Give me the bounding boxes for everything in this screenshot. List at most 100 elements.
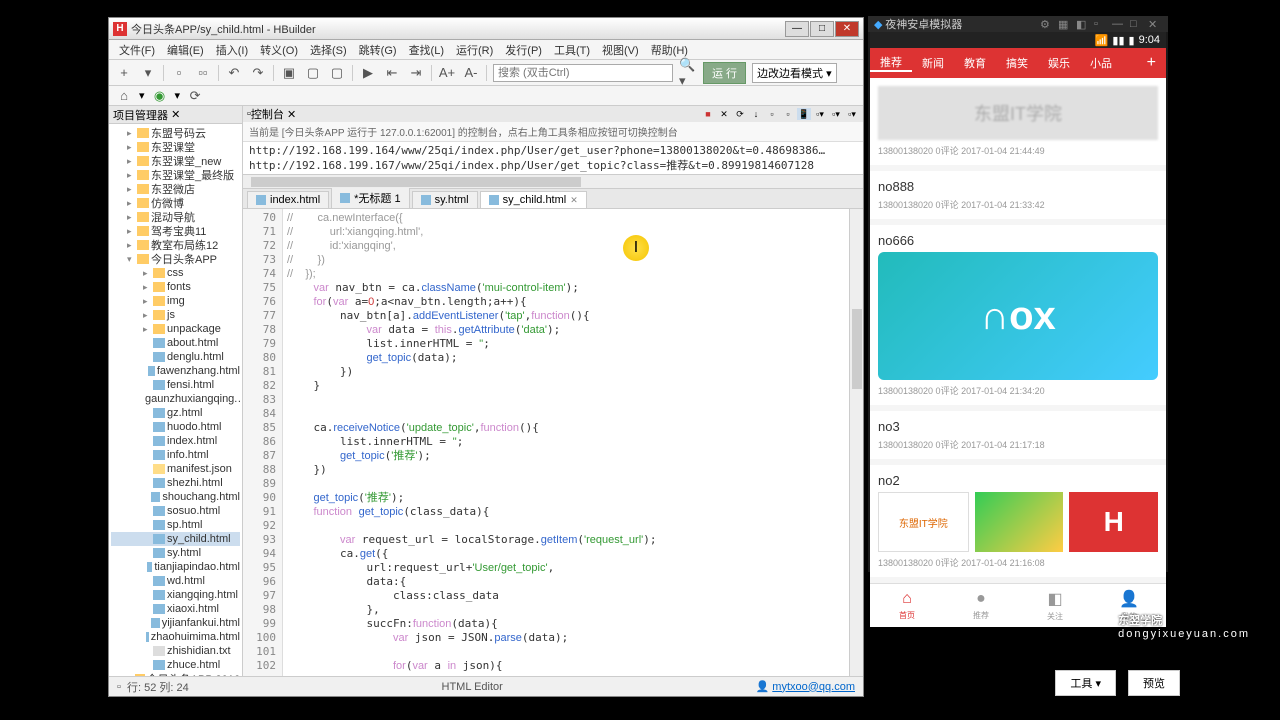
action-icon[interactable]: ▫ xyxy=(1094,18,1108,30)
tool-button[interactable]: 工具 ▾ xyxy=(1055,670,1116,696)
menu-item[interactable]: 工具(T) xyxy=(550,40,594,60)
menu-item[interactable]: 跳转(G) xyxy=(355,40,401,60)
tree-node[interactable]: ▸fonts xyxy=(111,280,240,294)
tabbar-item[interactable]: ⌂首页 xyxy=(870,584,944,627)
globe-icon[interactable]: ◉ xyxy=(151,87,169,105)
minimize-button[interactable]: — xyxy=(785,21,809,37)
settings-icon[interactable]: ⚙ xyxy=(1040,18,1054,31)
tree-node[interactable]: ▾今日头条APP xyxy=(111,252,240,266)
minimize-icon[interactable]: — xyxy=(1112,18,1126,30)
tree-node[interactable]: denglu.html xyxy=(111,350,240,364)
feed-post[interactable]: no88813800138020 0评论 2017-01-04 21:33:42 xyxy=(870,171,1166,219)
action-icon[interactable]: ⇥ xyxy=(407,64,425,82)
tree-node[interactable]: ▸css xyxy=(111,266,240,280)
tree-node[interactable]: fawenzhang.html xyxy=(111,364,240,378)
close-icon[interactable]: ✕ xyxy=(171,108,180,121)
tree-node[interactable]: index.html xyxy=(111,434,240,448)
tree-node[interactable]: fensi.html xyxy=(111,378,240,392)
tree-node[interactable]: ▸东翌课堂 xyxy=(111,140,240,154)
tree-node[interactable]: yijianfankui.html xyxy=(111,616,240,630)
tree-node[interactable]: ▸混动导航 xyxy=(111,210,240,224)
close-button[interactable]: ✕ xyxy=(835,21,859,37)
tree-node[interactable]: gz.html xyxy=(111,406,240,420)
redo-icon[interactable]: ↷ xyxy=(249,64,267,82)
tree-node[interactable]: zhaohuimima.html xyxy=(111,630,240,644)
tree-node[interactable]: gaunzhuxiangqing.… xyxy=(111,392,240,406)
action-icon[interactable]: ⟳ xyxy=(733,108,747,120)
feed-post[interactable]: 东盟IT学院13800138020 0评论 2017-01-04 21:44:4… xyxy=(870,78,1166,165)
tree-node[interactable]: ▸东翌课堂_最终版 xyxy=(111,168,240,182)
action-icon[interactable]: ⇤ xyxy=(383,64,401,82)
feed[interactable]: 东盟IT学院13800138020 0评论 2017-01-04 21:44:4… xyxy=(870,78,1166,583)
action-icon[interactable]: ◧ xyxy=(1076,18,1090,31)
tree-node[interactable]: ▸unpackage xyxy=(111,322,240,336)
nav-tab[interactable]: 娱乐 xyxy=(1038,55,1080,71)
editor-tab[interactable]: sy_child.html✕ xyxy=(480,191,587,208)
sync-icon[interactable]: ⟳ xyxy=(186,87,204,105)
menu-item[interactable]: 运行(R) xyxy=(452,40,497,60)
code-content[interactable]: // ca.newInterface({ // url:'xiangqing.h… xyxy=(283,209,849,676)
close-icon[interactable]: ✕ xyxy=(1148,18,1162,31)
menu-item[interactable]: 选择(S) xyxy=(306,40,351,60)
maximize-icon[interactable]: □ xyxy=(1130,18,1144,30)
feed-post[interactable]: no666∩ox13800138020 0评论 2017-01-04 21:34… xyxy=(870,225,1166,405)
editor-vscroll[interactable] xyxy=(849,209,863,676)
menu-item[interactable]: 插入(I) xyxy=(212,40,252,60)
tree-node[interactable]: xiaoxi.html xyxy=(111,602,240,616)
saveall-icon[interactable]: ▫▫ xyxy=(194,64,212,82)
tree-node[interactable]: about.html xyxy=(111,336,240,350)
save-icon[interactable]: ▫ xyxy=(170,64,188,82)
font-increase-icon[interactable]: A+ xyxy=(438,64,456,82)
menu-item[interactable]: 发行(P) xyxy=(501,40,546,60)
nav-tab[interactable]: 教育 xyxy=(954,55,996,71)
tree-node[interactable]: ▸教室布局练12 xyxy=(111,238,240,252)
home-icon[interactable]: ⌂ xyxy=(115,87,133,105)
clear-icon[interactable]: ✕ xyxy=(717,108,731,120)
close-icon[interactable]: ✕ xyxy=(287,108,296,121)
tree-node[interactable]: ▸东翌课堂_new xyxy=(111,154,240,168)
run-button[interactable]: 运 行 xyxy=(703,62,746,84)
nav-tab[interactable]: 推荐 xyxy=(870,54,912,72)
search-input[interactable] xyxy=(493,64,673,82)
tree-node[interactable]: info.html xyxy=(111,448,240,462)
tree-node[interactable]: ▸仿微博 xyxy=(111,196,240,210)
action-icon[interactable]: ▣ xyxy=(280,64,298,82)
dropdown-icon[interactable]: ▾ xyxy=(139,64,157,82)
tree-node[interactable]: tianjiapindao.html xyxy=(111,560,240,574)
tree-node[interactable]: wd.html xyxy=(111,574,240,588)
action-icon[interactable]: ↓ xyxy=(749,108,763,120)
nav-tab[interactable]: 搞笑 xyxy=(996,55,1038,71)
tree-node[interactable]: shezhi.html xyxy=(111,476,240,490)
code-editor[interactable]: 70 71 72 73 74 75 76 77 78 79 80 81 82 8… xyxy=(243,209,863,676)
action-icon[interactable]: ▫▾ xyxy=(845,108,859,120)
action-icon[interactable]: ▫ xyxy=(781,108,795,120)
tree-node[interactable]: xiangqing.html xyxy=(111,588,240,602)
preview-button[interactable]: 预览 xyxy=(1128,670,1180,696)
grid-icon[interactable]: ▦ xyxy=(1058,18,1072,31)
editor-tab[interactable]: sy.html xyxy=(412,191,478,208)
menu-item[interactable]: 编辑(E) xyxy=(163,40,208,60)
menu-item[interactable]: 查找(L) xyxy=(405,40,448,60)
tree-node[interactable]: ▸东翌微店 xyxy=(111,182,240,196)
action-icon[interactable]: ▫▾ xyxy=(813,108,827,120)
feed-post[interactable]: no2东盟IT学院H13800138020 0评论 2017-01-04 21:… xyxy=(870,465,1166,577)
action-icon[interactable]: ▢ xyxy=(304,64,322,82)
font-decrease-icon[interactable]: A- xyxy=(462,64,480,82)
project-tree[interactable]: ▸东盟号码云▸东翌课堂▸东翌课堂_new▸东翌课堂_最终版▸东翌微店▸仿微博▸混… xyxy=(109,124,242,676)
action-icon[interactable]: ▢ xyxy=(328,64,346,82)
action-icon[interactable]: ▫▾ xyxy=(829,108,843,120)
mode-select[interactable]: 边改边看模式 ▾ xyxy=(752,63,837,83)
new-icon[interactable]: + xyxy=(115,64,133,82)
tree-node[interactable]: ▸东盟号码云 xyxy=(111,126,240,140)
menu-item[interactable]: 文件(F) xyxy=(115,40,159,60)
nav-tab[interactable]: 新闻 xyxy=(912,55,954,71)
tabbar-item[interactable]: ●推荐 xyxy=(944,584,1018,627)
device-icon[interactable]: 📱 xyxy=(797,108,811,120)
tree-node[interactable]: sy.html xyxy=(111,546,240,560)
menu-item[interactable]: 视图(V) xyxy=(598,40,643,60)
stop-icon[interactable]: ■ xyxy=(701,108,715,120)
tree-node[interactable]: manifest.json xyxy=(111,462,240,476)
tree-node[interactable]: sy_child.html xyxy=(111,532,240,546)
search-dropdown-icon[interactable]: 🔍▾ xyxy=(679,64,697,82)
tree-node[interactable]: shouchang.html xyxy=(111,490,240,504)
